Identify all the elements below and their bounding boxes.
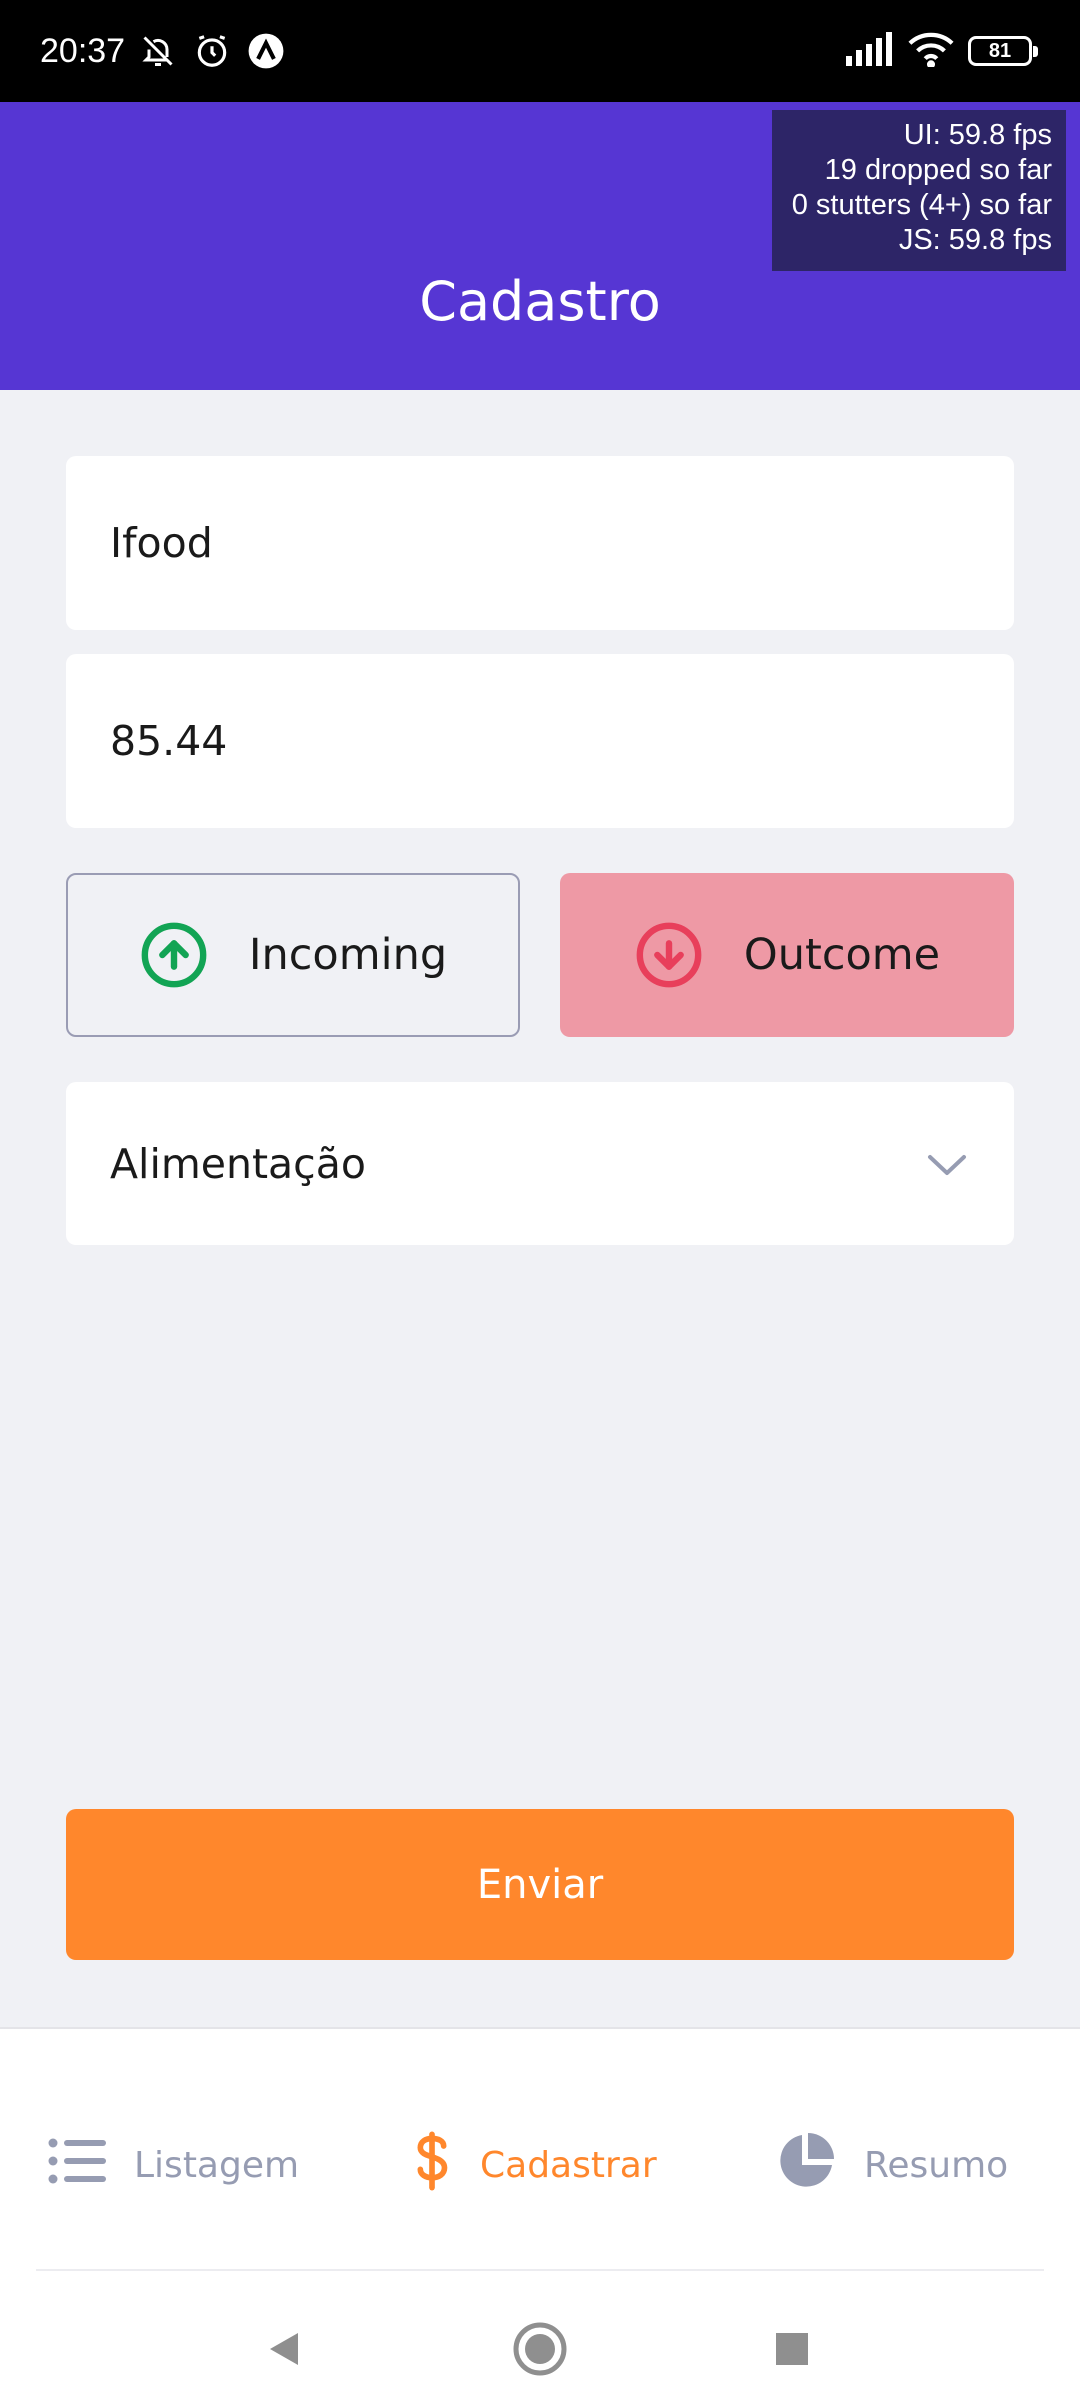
bottom-tab-bar: Listagem Cadastrar Resumo	[0, 2027, 1080, 2400]
chevron-down-icon	[926, 1140, 968, 1188]
arrow-up-circle-icon	[139, 920, 209, 990]
tab-listagem[interactable]: Listagem	[48, 2129, 299, 2201]
category-select[interactable]: Alimentação	[66, 1082, 1014, 1245]
recents-icon[interactable]	[762, 2319, 822, 2379]
wifi-icon	[908, 31, 954, 71]
tab-resumo[interactable]: Resumo	[776, 2129, 1008, 2201]
submit-button[interactable]: Enviar	[66, 1809, 1014, 1960]
dollar-icon	[412, 2131, 452, 2200]
tab-resumo-label: Resumo	[864, 2144, 1009, 2186]
signal-icon	[846, 32, 894, 70]
pie-chart-icon	[776, 2131, 836, 2200]
amount-input[interactable]: 85.44	[66, 654, 1014, 828]
system-navigation-bar	[0, 2299, 1080, 2399]
tab-cadastrar-label: Cadastrar	[480, 2144, 657, 2186]
perf-monitor-overlay: UI: 59.8 fps 19 dropped so far 0 stutter…	[772, 110, 1066, 271]
status-left: 20:37	[40, 30, 287, 72]
submit-button-label: Enviar	[476, 1861, 604, 1908]
list-icon	[48, 2138, 106, 2193]
amount-input-value: 85.44	[110, 717, 228, 765]
battery-level: 81	[988, 39, 1012, 62]
arrow-down-circle-icon	[634, 920, 704, 990]
perf-stutters: 0 stutters (4+) so far	[791, 189, 1052, 221]
outcome-label: Outcome	[743, 930, 941, 980]
tab-listagem-label: Listagem	[134, 2144, 300, 2186]
outcome-type-button[interactable]: Outcome	[560, 873, 1014, 1037]
name-input[interactable]: Ifood	[66, 456, 1014, 630]
perf-js-fps: JS: 59.8 fps	[898, 224, 1052, 256]
perf-dropped: 19 dropped so far	[824, 154, 1052, 186]
status-time: 20:37	[40, 31, 126, 70]
name-input-value: Ifood	[110, 519, 213, 567]
header: UI: 59.8 fps 19 dropped so far 0 stutter…	[0, 102, 1080, 390]
home-icon[interactable]	[510, 2319, 570, 2379]
app-icon	[245, 30, 287, 72]
mute-bell-icon	[137, 30, 179, 72]
status-right: 81	[846, 31, 1038, 71]
tab-cadastrar[interactable]: Cadastrar	[412, 2129, 657, 2201]
status-bar: 20:37 81	[0, 0, 1080, 102]
perf-ui-fps: UI: 59.8 fps	[903, 119, 1052, 151]
nav-divider	[36, 2269, 1044, 2271]
battery-icon: 81	[968, 36, 1038, 66]
category-select-value: Alimentação	[110, 1139, 366, 1188]
back-icon[interactable]	[254, 2319, 314, 2379]
alarm-icon	[191, 30, 233, 72]
page-title: Cadastro	[419, 270, 661, 333]
incoming-type-button[interactable]: Incoming	[66, 873, 520, 1037]
incoming-label: Incoming	[248, 930, 448, 980]
